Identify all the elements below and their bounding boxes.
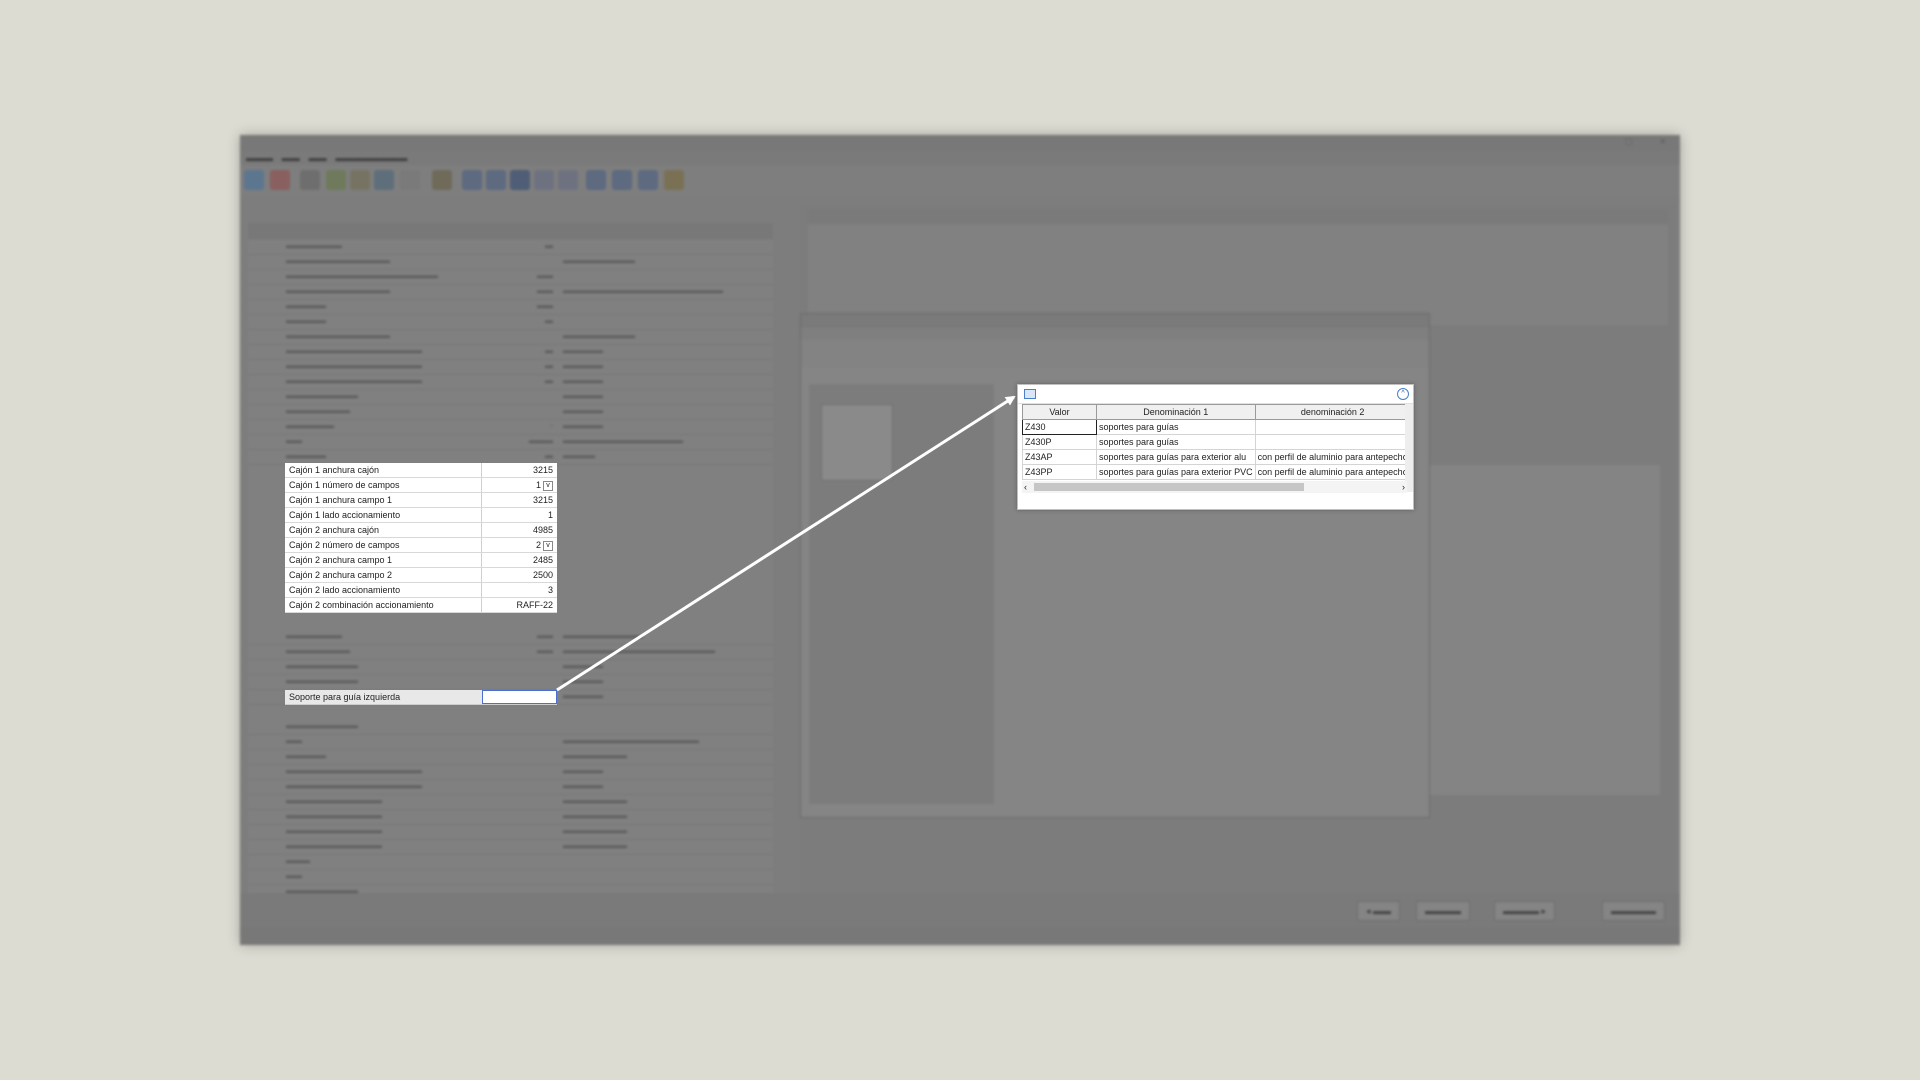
table-icon [1024,389,1036,399]
arrow-line [556,395,1016,692]
lookup-table: Valor Denominación 1 denominación 2 Z430… [1022,404,1411,480]
cell-denominacion-2[interactable]: con perfil de aluminio para antepecho [1254,464,1411,480]
scroll-right-icon[interactable]: › [1402,481,1405,493]
cell-valor[interactable]: Z430P [1022,434,1097,450]
column-header-denominacion-2[interactable]: denominación 2 [1254,404,1411,420]
popup-top-bar: ^ [1018,385,1413,404]
cell-denominacion-1[interactable]: soportes para guías para exterior PVC [1096,464,1256,480]
lookup-popup: ^ Valor Denominación 1 denominación 2 Z4… [1017,384,1414,510]
cell-valor[interactable]: Z43PP [1022,464,1097,480]
scroll-thumb[interactable] [1034,483,1304,491]
cell-valor[interactable]: Z430 [1022,419,1097,435]
table-row[interactable]: Z430P soportes para guías [1022,434,1411,450]
cell-denominacion-2[interactable] [1254,419,1411,435]
callout-arrow [556,395,1016,692]
cell-denominacion-2[interactable]: con perfil de aluminio para antepecho [1254,449,1411,465]
cell-denominacion-1[interactable]: soportes para guías [1096,419,1256,435]
collapse-icon[interactable]: ^ [1397,388,1409,400]
table-header: Valor Denominación 1 denominación 2 [1022,404,1411,420]
scroll-left-icon[interactable]: ‹ [1024,481,1027,493]
column-header-valor[interactable]: Valor [1022,404,1097,420]
horizontal-scrollbar[interactable]: ‹ › [1022,481,1407,493]
column-header-denominacion-1[interactable]: Denominación 1 [1096,404,1256,420]
cell-denominacion-1[interactable]: soportes para guías para exterior alu [1096,449,1256,465]
cell-valor[interactable]: Z43AP [1022,449,1097,465]
cell-denominacion-1[interactable]: soportes para guías [1096,434,1256,450]
table-row[interactable]: Z430 soportes para guías [1022,419,1411,435]
table-row[interactable]: Z43PP soportes para guías para exterior … [1022,464,1411,480]
table-row[interactable]: Z43AP soportes para guías para exterior … [1022,449,1411,465]
cell-denominacion-2[interactable] [1254,434,1411,450]
vertical-scrollbar[interactable] [1405,404,1413,492]
